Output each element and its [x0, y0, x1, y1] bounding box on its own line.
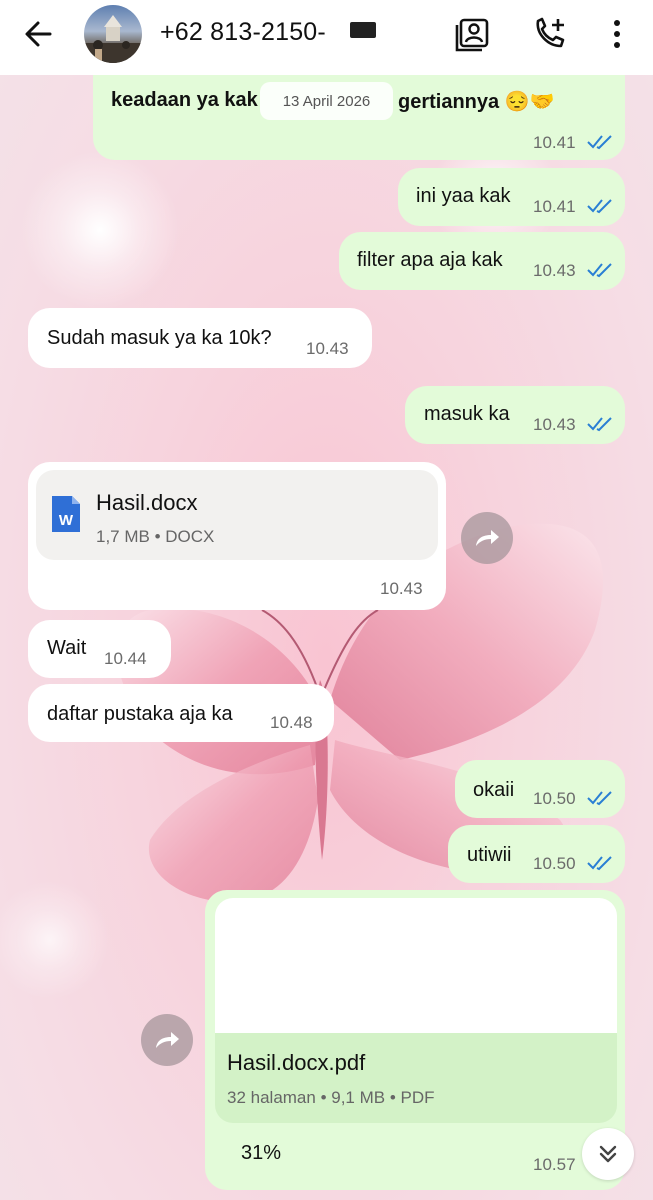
message-time: 10.48: [270, 713, 313, 732]
contact-avatar[interactable]: [84, 5, 142, 63]
read-ticks-icon: [587, 263, 612, 278]
message-time: 10.41: [533, 197, 576, 216]
message-bubble-outgoing[interactable]: okaii 10.50: [455, 760, 625, 818]
message-bubble-incoming[interactable]: daftar pustaka aja ka 10.48: [28, 684, 334, 742]
word-document-icon: W: [52, 496, 80, 532]
add-call-icon[interactable]: [530, 14, 570, 54]
pdf-preview-thumbnail[interactable]: [215, 898, 617, 1033]
message-time: 10.41: [533, 133, 576, 152]
back-arrow-icon[interactable]: [20, 16, 60, 52]
message-text: masuk ka: [424, 403, 510, 425]
message-text: okaii: [473, 779, 515, 801]
message-bubble-outgoing[interactable]: utiwii 10.50: [448, 825, 625, 883]
document-file-meta: 1,7 MB • DOCX: [96, 527, 215, 546]
word-icon-letter: W: [59, 512, 74, 529]
document-file-name: Hasil.docx: [96, 490, 198, 515]
message-bubble-outgoing[interactable]: ini yaa kak 10.41: [398, 168, 625, 226]
message-time: 10.43: [533, 261, 576, 280]
message-text: ini yaa kak: [416, 185, 511, 207]
chat-header: +62 813-2150-: [0, 0, 653, 75]
message-text: Sudah masuk ya ka 10k?: [47, 327, 272, 349]
message-time: 10.43: [306, 339, 349, 358]
document-card[interactable]: Hasil.docx.pdf 32 halaman • 9,1 MB • PDF: [215, 1033, 617, 1123]
read-ticks-icon: [587, 791, 612, 806]
more-vert-icon[interactable]: [597, 14, 637, 54]
redaction-mark: [350, 22, 376, 38]
read-ticks-icon: [587, 135, 612, 150]
message-text: Wait: [47, 637, 87, 659]
message-time: 10.43: [380, 579, 423, 598]
message-time: 10.43: [533, 415, 576, 434]
document-card[interactable]: W Hasil.docx 1,7 MB • DOCX: [36, 470, 438, 560]
message-text: filter apa aja kak: [357, 249, 503, 271]
double-chevron-down-icon: [599, 1145, 617, 1163]
contact-card-icon[interactable]: [453, 14, 493, 54]
message-time: 10.44: [104, 649, 147, 668]
document-message-outgoing[interactable]: Hasil.docx.pdf 32 halaman • 9,1 MB • PDF…: [205, 890, 625, 1190]
document-file-name: Hasil.docx.pdf: [227, 1050, 366, 1075]
message-time: 10.50: [533, 789, 576, 808]
message-text: daftar pustaka aja ka: [47, 703, 233, 725]
message-bubble-incoming[interactable]: Sudah masuk ya ka 10k? 10.43: [28, 308, 372, 368]
forward-icon[interactable]: [141, 1014, 193, 1066]
scroll-to-bottom-button[interactable]: [582, 1128, 634, 1180]
message-text-continued: gertiannya 😔🤝: [398, 91, 555, 113]
message-bubble-outgoing[interactable]: filter apa aja kak 10.43: [339, 232, 625, 290]
message-text: utiwii: [467, 844, 512, 866]
message-time: 10.57: [533, 1155, 576, 1174]
message-bubble-outgoing[interactable]: masuk ka 10.43: [405, 386, 625, 444]
message-caption: 31%: [241, 1142, 282, 1164]
read-ticks-icon: [587, 856, 612, 871]
document-message-incoming[interactable]: W Hasil.docx 1,7 MB • DOCX 10.43: [28, 462, 446, 610]
contact-name[interactable]: +62 813-2150-: [160, 18, 326, 47]
forward-icon[interactable]: [461, 512, 513, 564]
read-ticks-icon: [587, 199, 612, 214]
date-separator: 13 April 2026: [260, 82, 393, 120]
message-text: keadaan ya kak: [111, 89, 258, 111]
message-bubble-incoming[interactable]: Wait 10.44: [28, 620, 171, 678]
document-file-meta: 32 halaman • 9,1 MB • PDF: [227, 1088, 435, 1107]
message-time: 10.50: [533, 854, 576, 873]
read-ticks-icon: [587, 417, 612, 432]
